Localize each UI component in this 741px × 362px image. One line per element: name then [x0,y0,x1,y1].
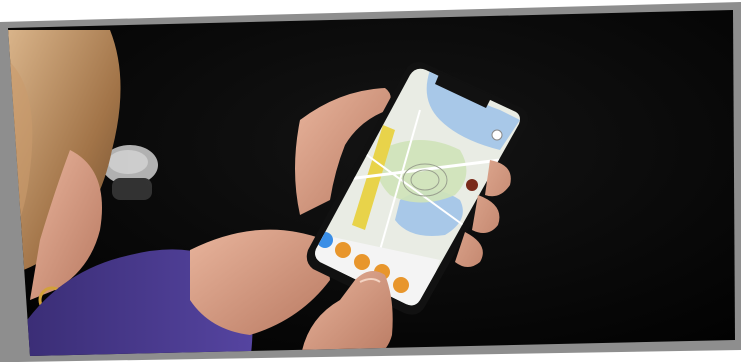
map-compass-icon[interactable] [466,179,478,191]
app-icon-orange-2[interactable] [354,254,370,270]
photo [8,10,735,356]
photo-scene [0,0,741,362]
app-icon-orange-1[interactable] [335,242,351,258]
map-location-icon[interactable] [491,129,503,141]
app-icon-orange-4[interactable] [393,277,409,293]
